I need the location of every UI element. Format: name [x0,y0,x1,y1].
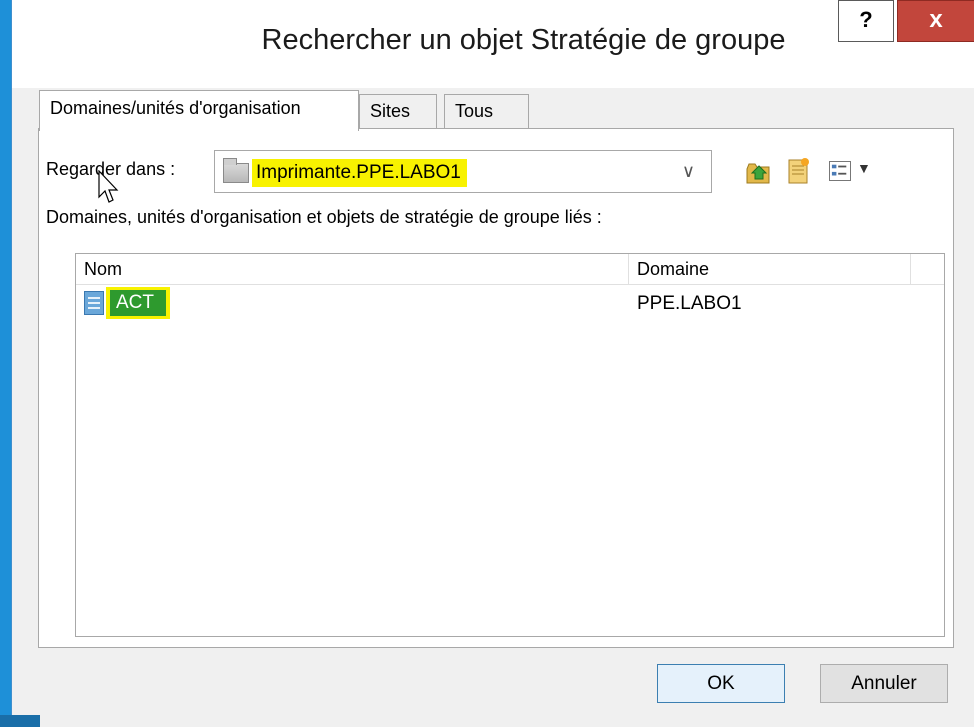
tab-domaines[interactable]: Domaines/unités d'organisation [39,90,359,131]
cancel-button[interactable]: Annuler [820,664,948,703]
tab-panel: Regarder dans : Imprimante.PPE.LABO1 ∨ ▼… [38,128,954,648]
list-row[interactable]: ACT PPE.LABO1 [76,286,944,322]
column-header-nom[interactable]: Nom [76,254,629,285]
look-in-dropdown[interactable]: Imprimante.PPE.LABO1 ∨ [214,150,712,193]
view-dropdown-arrow-icon[interactable]: ▼ [857,160,871,176]
dialog-window: Rechercher un objet Stratégie de groupe … [11,0,974,727]
new-gpo-icon[interactable] [785,157,811,185]
row-domain: PPE.LABO1 [637,293,742,314]
chevron-down-icon: ∨ [681,161,695,181]
gpo-icon [84,291,104,315]
mouse-cursor-icon [98,170,119,203]
list-label: Domaines, unités d'organisation et objet… [46,207,602,227]
gpo-list[interactable]: Nom Domaine ACT PPE.LABO1 [75,253,945,637]
list-header: Nom Domaine [76,254,944,285]
taskbar-fragment [0,715,40,727]
row-name: ACT [110,290,166,316]
column-header-domaine[interactable]: Domaine [629,254,911,285]
dialog-title: Rechercher un objet Stratégie de groupe [261,24,786,56]
folder-icon [223,158,249,183]
help-button[interactable]: ? [838,0,894,42]
tab-tous[interactable]: Tous [444,94,529,128]
title-bar: Rechercher un objet Stratégie de groupe … [12,0,974,88]
close-button[interactable]: x [897,0,974,42]
ok-button[interactable]: OK [657,664,785,703]
tab-sites[interactable]: Sites [359,94,437,128]
row-name-highlight: ACT [106,287,170,319]
view-menu-icon[interactable] [829,161,851,181]
up-folder-icon[interactable] [745,159,771,185]
look-in-value: Imprimante.PPE.LABO1 [252,159,467,187]
